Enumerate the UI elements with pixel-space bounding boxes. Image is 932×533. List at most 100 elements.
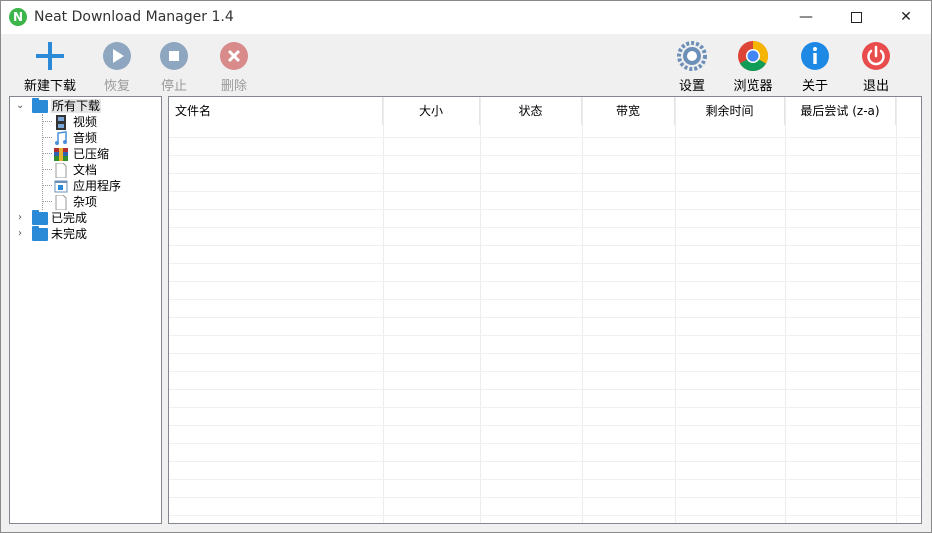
row-divider <box>169 407 921 408</box>
gear-icon <box>677 41 707 71</box>
row-divider <box>169 299 921 300</box>
row-divider <box>169 209 921 210</box>
document-icon <box>54 162 68 179</box>
row-divider <box>169 263 921 264</box>
exit-label: 退出 <box>862 79 889 94</box>
column-header-bandwidth[interactable]: 带宽 <box>582 97 675 125</box>
tree-item-applications[interactable]: 应用程序 <box>54 178 121 194</box>
delete-icon <box>220 42 248 70</box>
toolbar: 新建下载 恢复 停止 删除 设置 浏览器 关于 退出 <box>1 34 931 94</box>
tree-item-label: 已完成 <box>51 211 88 225</box>
delete-button[interactable]: 删除 <box>210 34 258 94</box>
archive-icon <box>54 147 68 162</box>
column-header-size[interactable]: 大小 <box>383 97 480 125</box>
tree-item-all-downloads[interactable]: ⌄ 所有下载 <box>14 98 102 114</box>
power-icon <box>862 42 890 70</box>
chrome-icon <box>738 40 769 72</box>
info-icon <box>801 42 829 70</box>
tree-item-documents[interactable]: 文档 <box>54 162 98 179</box>
tree-item-compressed[interactable]: 已压缩 <box>54 146 109 162</box>
settings-label: 设置 <box>678 79 705 94</box>
minimize-button[interactable]: — <box>783 1 829 33</box>
tree-item-video[interactable]: 视频 <box>54 114 97 130</box>
column-header-time-left[interactable]: 剩余时间 <box>675 97 785 125</box>
row-divider <box>169 137 921 138</box>
stop-button[interactable]: 停止 <box>150 34 198 94</box>
tree-item-audio[interactable]: 音频 <box>54 130 97 146</box>
row-divider <box>169 281 921 282</box>
category-tree: ⌄ 所有下载 视频 音频 已压缩 文档 应用程序 杂项 › 已完成 › 未完成 <box>9 96 162 524</box>
chevron-right-icon[interactable]: › <box>18 226 22 242</box>
row-divider <box>169 155 921 156</box>
tree-item-label: 未完成 <box>51 227 88 241</box>
tree-item-label: 杂项 <box>73 195 98 209</box>
column-header-filename[interactable]: 文件名 <box>169 97 383 125</box>
tree-item-label: 已压缩 <box>73 147 110 161</box>
tree-connector <box>42 121 52 122</box>
about-button[interactable]: 关于 <box>791 34 839 94</box>
resume-label: 恢复 <box>103 79 130 94</box>
column-divider <box>785 97 786 523</box>
column-divider <box>675 97 676 523</box>
new-download-label: 新建下载 <box>23 79 76 94</box>
new-download-button[interactable]: 新建下载 <box>15 34 85 94</box>
folder-icon <box>32 98 48 113</box>
misc-file-icon <box>54 194 68 211</box>
app-window: N Neat Download Manager 1.4 — ✕ 新建下载 恢复 <box>0 0 932 533</box>
chevron-down-icon[interactable]: ⌄ <box>16 98 24 114</box>
tree-connector <box>42 185 52 186</box>
row-divider <box>169 245 921 246</box>
row-divider <box>169 497 921 498</box>
play-icon <box>103 42 131 70</box>
tree-connector <box>42 201 52 202</box>
tree-item-label: 文档 <box>73 163 98 177</box>
tree-item-label: 视频 <box>73 115 98 129</box>
plus-icon <box>36 42 64 70</box>
tree-connector <box>42 169 52 170</box>
title-bar: N Neat Download Manager 1.4 — ✕ <box>1 1 931 34</box>
column-header-status[interactable]: 状态 <box>480 97 582 125</box>
tree-item-label: 所有下载 <box>51 99 102 113</box>
about-label: 关于 <box>801 79 828 94</box>
column-header-last-try[interactable]: 最后尝试 (z-a) <box>785 97 896 125</box>
tree-item-incomplete[interactable]: › 未完成 <box>14 226 87 242</box>
stop-icon <box>160 42 188 70</box>
column-divider <box>582 97 583 523</box>
tree-connector <box>42 114 43 210</box>
close-button[interactable]: ✕ <box>883 1 929 33</box>
row-divider <box>169 191 921 192</box>
stop-label: 停止 <box>160 79 187 94</box>
row-divider <box>169 443 921 444</box>
browser-label: 浏览器 <box>733 79 773 94</box>
row-divider <box>169 515 921 516</box>
column-divider <box>480 97 481 523</box>
download-list[interactable]: 文件名 大小 状态 带宽 剩余时间 最后尝试 (z-a) <box>168 96 922 524</box>
tree-item-completed[interactable]: › 已完成 <box>14 210 87 226</box>
delete-label: 删除 <box>220 79 247 94</box>
tree-connector <box>42 153 52 154</box>
settings-button[interactable]: 设置 <box>668 34 716 94</box>
row-divider <box>169 317 921 318</box>
maximize-button[interactable] <box>833 1 879 33</box>
row-divider <box>169 425 921 426</box>
chevron-right-icon[interactable]: › <box>18 210 22 226</box>
window-title: Neat Download Manager 1.4 <box>34 9 234 25</box>
folder-icon <box>32 226 48 241</box>
app-logo-icon: N <box>9 8 27 26</box>
column-divider <box>383 97 384 523</box>
row-divider <box>169 389 921 390</box>
row-divider <box>169 479 921 480</box>
row-divider <box>169 227 921 228</box>
browser-button[interactable]: 浏览器 <box>727 34 779 94</box>
tree-item-misc[interactable]: 杂项 <box>54 194 98 211</box>
tree-connector <box>42 137 52 138</box>
row-divider <box>169 173 921 174</box>
folder-icon <box>32 210 48 225</box>
column-divider <box>896 97 897 523</box>
row-divider <box>169 353 921 354</box>
maximize-icon <box>850 11 862 23</box>
exit-button[interactable]: 退出 <box>852 34 900 94</box>
tree-item-label: 应用程序 <box>73 179 122 193</box>
row-divider <box>169 335 921 336</box>
resume-button[interactable]: 恢复 <box>93 34 141 94</box>
